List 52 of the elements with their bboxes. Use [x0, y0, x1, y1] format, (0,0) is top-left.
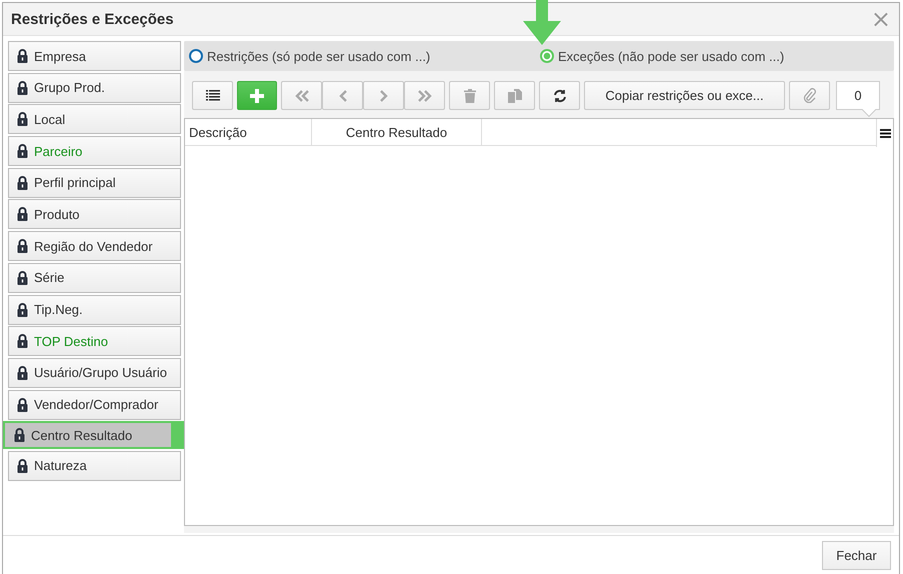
radio-option[interactable]: Exceções (não pode ser usado com ...) — [540, 48, 784, 64]
window-title: Restrições e Exceções — [11, 10, 174, 28]
lock-icon — [17, 239, 28, 254]
sidebar-item[interactable]: TOP Destino — [8, 326, 181, 356]
lock-icon — [17, 49, 28, 63]
lock-icon — [17, 398, 28, 412]
sidebar-item[interactable]: Empresa — [8, 41, 181, 71]
double-chevron-right-icon — [416, 88, 432, 102]
refresh-icon — [552, 88, 566, 102]
sidebar-item[interactable]: Região do Vendedor — [8, 231, 181, 262]
list-icon — [206, 90, 220, 101]
chevron-right-icon — [378, 88, 388, 102]
lock-icon — [17, 176, 28, 190]
sidebar-item[interactable]: Série — [8, 262, 181, 293]
sidebar-item[interactable]: Natureza — [8, 450, 181, 481]
chevron-left-icon — [338, 88, 348, 102]
radio-button[interactable] — [540, 49, 554, 63]
paperclip-icon — [802, 88, 816, 103]
refresh-button[interactable] — [539, 81, 580, 110]
lock-icon — [17, 270, 28, 285]
annotation-arrow — [523, 0, 561, 47]
copy-button[interactable]: Copiar restrições ou exce... — [584, 81, 785, 110]
trash-icon — [464, 88, 476, 102]
column-header[interactable]: Centro Resultado — [312, 119, 482, 145]
sidebar-item[interactable]: Produto — [8, 199, 181, 230]
lock-icon — [17, 366, 28, 380]
radio-button[interactable] — [189, 49, 203, 63]
sidebar-item[interactable]: Usuário/Grupo Usuário — [8, 358, 181, 388]
column-menu-icon[interactable] — [880, 128, 890, 138]
lock-icon — [17, 458, 28, 473]
copy-icon — [508, 88, 522, 102]
sidebar-item[interactable]: Vendedor/Comprador — [8, 390, 181, 420]
sidebar-item[interactable]: Local — [8, 104, 181, 134]
list-view-button[interactable] — [192, 81, 233, 110]
record-count-text: 0 — [854, 88, 862, 103]
sidebar-item[interactable]: Grupo Prod. — [8, 72, 181, 103]
close-dialog-button[interactable]: Fechar — [822, 540, 891, 570]
sidebar-item[interactable]: Parceiro — [8, 136, 181, 166]
sidebar-item[interactable]: Tip.Neg. — [8, 294, 181, 324]
radio-option[interactable]: Restrições (só pode ser usado com ...) — [189, 48, 540, 64]
lock-icon — [17, 144, 28, 158]
plus-icon — [250, 88, 264, 102]
lock-icon — [17, 334, 28, 348]
double-chevron-left-icon — [294, 88, 310, 102]
lock-icon — [17, 302, 28, 316]
lock-icon — [17, 207, 28, 222]
lock-icon — [17, 112, 28, 126]
sidebar-item[interactable]: Perfil principal — [8, 168, 181, 198]
lock-icon — [17, 80, 28, 95]
sidebar-item[interactable]: Centro Resultado — [5, 423, 171, 448]
lock-icon — [14, 428, 25, 442]
column-header[interactable]: Descrição — [185, 119, 312, 145]
